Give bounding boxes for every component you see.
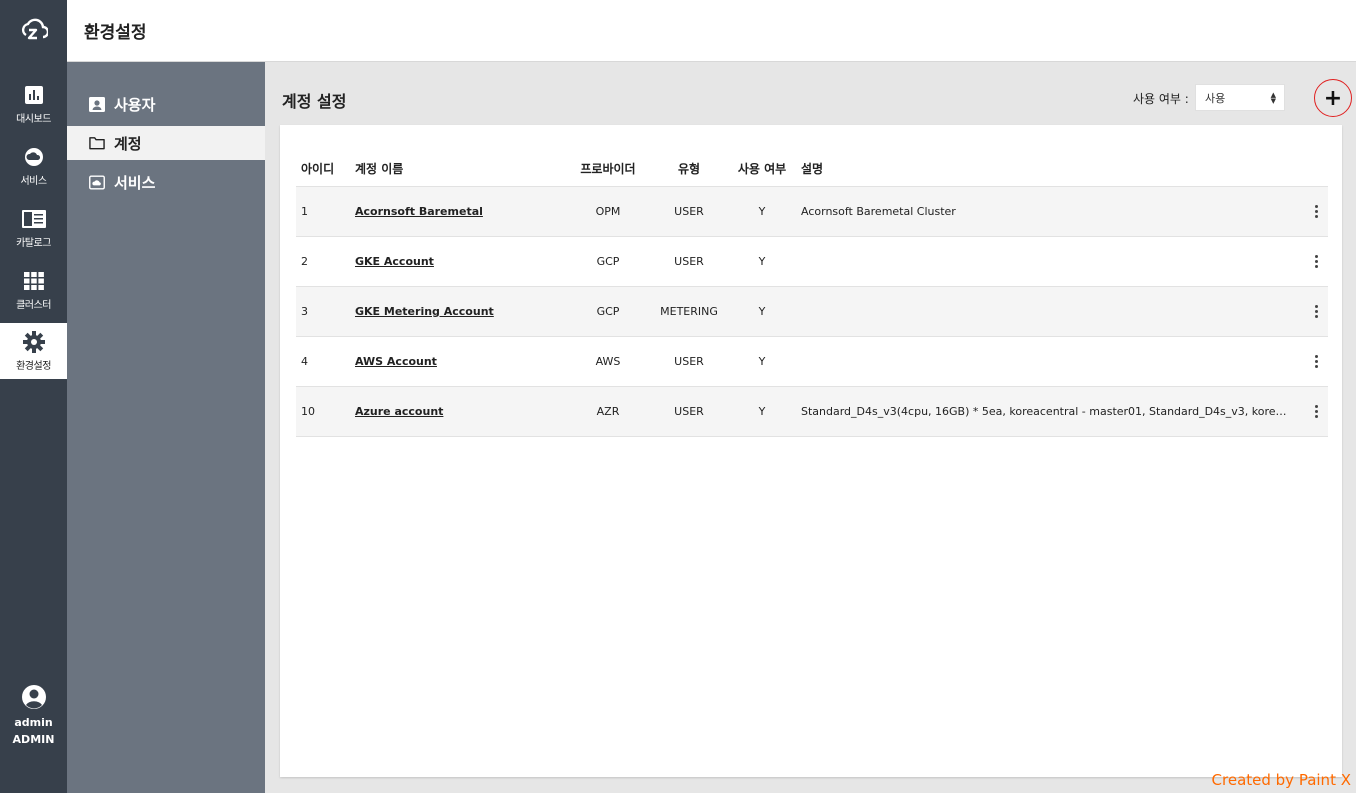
- nav-item-label: 대시보드: [16, 113, 51, 125]
- nav-item-dashboard[interactable]: 대시보드: [0, 76, 67, 132]
- cell-id: 3: [301, 305, 308, 318]
- cell-use: Y: [758, 405, 766, 418]
- select-arrows-icon: ▲ ▼: [1270, 91, 1276, 105]
- cell-provider: AZR: [596, 405, 620, 418]
- account-name-link[interactable]: AWS Account: [355, 355, 437, 368]
- catalog-icon: [21, 208, 46, 230]
- column-header-type[interactable]: 유형: [652, 151, 726, 186]
- subnav-item-services[interactable]: 서비스: [67, 165, 265, 199]
- row-more-menu[interactable]: [1306, 387, 1326, 436]
- table-header: 아이디 계정 이름 프로바이더 유형 사용 여부 설명: [296, 151, 1328, 187]
- cell-provider: AWS: [595, 355, 621, 368]
- more-vertical-icon: [1314, 205, 1318, 218]
- table-row[interactable]: 10 Azure account AZR USER Y Standard_D4s…: [296, 387, 1328, 437]
- subnav-item-label: 서비스: [114, 173, 156, 192]
- column-header-name[interactable]: 계정 이름: [355, 151, 555, 186]
- more-vertical-icon: [1314, 355, 1318, 368]
- cloud-icon: [22, 146, 46, 168]
- table-row[interactable]: 4 AWS Account AWS USER Y: [296, 337, 1328, 387]
- subnav-item-users[interactable]: 사용자: [67, 87, 265, 121]
- cell-provider: GCP: [596, 255, 620, 268]
- nav-item-label: 환경설정: [16, 360, 51, 372]
- accounts-table: 아이디 계정 이름 프로바이더 유형 사용 여부 설명 1 Acornsoft …: [296, 151, 1328, 437]
- table-row[interactable]: 3 GKE Metering Account GCP METERING Y: [296, 287, 1328, 337]
- account-name-link[interactable]: GKE Account: [355, 255, 434, 268]
- nav-item-label: 클러스터: [16, 299, 51, 311]
- account-name-link[interactable]: Acornsoft Baremetal: [355, 205, 483, 218]
- cell-type: USER: [674, 205, 704, 218]
- cell-id: 4: [301, 355, 308, 368]
- nav-item-cluster[interactable]: 클러스터: [0, 262, 67, 318]
- column-header-use[interactable]: 사용 여부: [732, 151, 792, 186]
- page-title: 환경설정: [84, 23, 147, 43]
- cell-provider: OPM: [595, 205, 621, 218]
- add-account-button[interactable]: +: [1314, 79, 1352, 117]
- nav-item-label: 서비스: [20, 175, 47, 187]
- nav-item-label: 카탈로그: [16, 237, 51, 249]
- cell-use: Y: [758, 255, 766, 268]
- main-content: 계정 설정 사용 여부 : 사용 ▲ ▼ + 아이디 계정 이름 프로바이더 유형…: [265, 62, 1356, 793]
- column-header-id[interactable]: 아이디: [301, 151, 351, 186]
- user-profile[interactable]: admin ADMIN: [0, 684, 67, 748]
- row-more-menu[interactable]: [1306, 287, 1326, 336]
- row-more-menu[interactable]: [1306, 337, 1326, 386]
- user-name: admin: [14, 716, 53, 729]
- nav-item-catalog[interactable]: 카탈로그: [0, 200, 67, 256]
- user-avatar-icon: [21, 684, 47, 710]
- cell-type: USER: [674, 355, 704, 368]
- cell-description: Acornsoft Baremetal Cluster: [801, 205, 956, 218]
- settings-subnav: 사용자 계정 서비스: [67, 62, 265, 793]
- gear-icon: [22, 330, 46, 353]
- cell-id: 2: [301, 255, 308, 268]
- column-header-description[interactable]: 설명: [801, 151, 1289, 186]
- subnav-item-label: 계정: [114, 134, 142, 153]
- user-card-icon: [89, 96, 105, 112]
- cell-provider: GCP: [596, 305, 620, 318]
- main-nav: 대시보드 서비스 카탈로그 클러스터 환경설정 admin ADMIN: [0, 0, 67, 793]
- grid-icon: [22, 270, 46, 292]
- account-name-link[interactable]: GKE Metering Account: [355, 305, 494, 318]
- row-more-menu[interactable]: [1306, 187, 1326, 236]
- table-row[interactable]: 2 GKE Account GCP USER Y: [296, 237, 1328, 287]
- section-title: 계정 설정: [282, 92, 347, 111]
- column-header-provider[interactable]: 프로바이더: [566, 151, 650, 186]
- account-name-link[interactable]: Azure account: [355, 405, 443, 418]
- nav-item-settings[interactable]: 환경설정: [0, 323, 67, 379]
- page-header: 환경설정: [67, 0, 1356, 62]
- logo-icon: [21, 18, 48, 40]
- more-vertical-icon: [1314, 305, 1318, 318]
- app-logo[interactable]: [0, 0, 67, 62]
- cell-use: Y: [758, 305, 766, 318]
- bar-chart-icon: [22, 84, 46, 106]
- watermark-text: Created by Paint X: [1211, 771, 1351, 789]
- table-row[interactable]: 1 Acornsoft Baremetal OPM USER Y Acornso…: [296, 187, 1328, 237]
- more-vertical-icon: [1314, 405, 1318, 418]
- use-filter-label: 사용 여부 :: [1133, 92, 1189, 106]
- cell-description: Standard_D4s_v3(4cpu, 16GB) * 5ea, korea…: [801, 405, 1289, 418]
- subnav-item-accounts[interactable]: 계정: [67, 126, 265, 160]
- row-more-menu[interactable]: [1306, 237, 1326, 286]
- cell-id: 1: [301, 205, 308, 218]
- cell-type: METERING: [660, 305, 718, 318]
- folder-icon: [89, 135, 105, 151]
- service-cloud-icon: [89, 174, 105, 190]
- subnav-item-label: 사용자: [114, 95, 156, 114]
- use-filter-select[interactable]: 사용 ▲ ▼: [1195, 84, 1285, 111]
- cell-type: USER: [674, 255, 704, 268]
- plus-icon: +: [1323, 85, 1343, 111]
- use-filter-value: 사용: [1205, 91, 1226, 105]
- cell-use: Y: [758, 205, 766, 218]
- user-role: ADMIN: [12, 733, 55, 746]
- more-vertical-icon: [1314, 255, 1318, 268]
- nav-item-service[interactable]: 서비스: [0, 138, 67, 194]
- cell-id: 10: [301, 405, 315, 418]
- cell-use: Y: [758, 355, 766, 368]
- accounts-panel: 아이디 계정 이름 프로바이더 유형 사용 여부 설명 1 Acornsoft …: [280, 125, 1342, 777]
- cell-type: USER: [674, 405, 704, 418]
